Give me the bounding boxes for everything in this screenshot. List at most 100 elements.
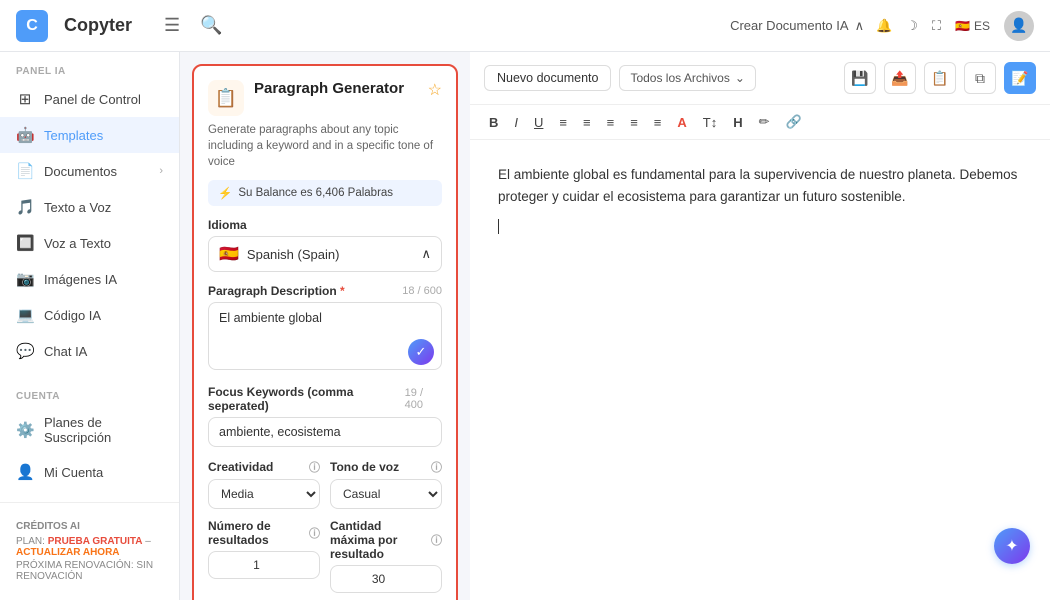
line-height-btn[interactable]: T↕ (698, 113, 722, 132)
list-btn[interactable]: ≡ (649, 113, 667, 132)
editor-cursor-line (498, 215, 1022, 237)
tts-icon: 🎵 (16, 198, 34, 216)
align-left-btn[interactable]: ≡ (554, 113, 572, 132)
sidebar-label: Código IA (44, 308, 101, 323)
focus-char-count: 19 / 400 (405, 387, 442, 411)
sidebar-item-voz-texto[interactable]: 🔲 Voz a Texto (0, 225, 179, 261)
template-card: 📋 Paragraph Generator ☆ Generate paragra… (192, 64, 458, 600)
sidebar-item-documentos[interactable]: 📄 Documentos › (0, 153, 179, 189)
dashboard-icon: ⊞ (16, 90, 34, 108)
tono-select[interactable]: Formal Casual Amigable (330, 479, 442, 509)
max-per-result-label: Cantidad máxima por resultado ⓘ (330, 519, 442, 561)
num-results-col: Número de resultados ⓘ (208, 519, 320, 593)
expand-icon[interactable]: ⛶ (932, 18, 941, 34)
editor-content[interactable]: El ambiente global es fundamental para l… (470, 140, 1050, 600)
copy-btn[interactable]: 📋 (924, 62, 956, 94)
paragraph-label: Paragraph Description * 18 / 600 (208, 284, 442, 298)
pen-btn[interactable]: ✏ (754, 112, 775, 132)
language-select[interactable]: 🇪🇸 Spanish (Spain) ∧ (208, 236, 442, 272)
bold-btn[interactable]: B (484, 113, 503, 132)
docs-icon: 📄 (16, 162, 34, 180)
stt-icon: 🔲 (16, 234, 34, 252)
favorite-star-icon[interactable]: ☆ (428, 80, 442, 100)
language-label: Idioma (208, 218, 442, 232)
flag-icon: 🇪🇸 (955, 19, 970, 33)
file-select-label: Todos los Archivos (630, 71, 729, 85)
ai-float-btn[interactable]: ✦ (994, 528, 1030, 564)
images-icon: 📷 (16, 270, 34, 288)
code-icon: 💻 (16, 306, 34, 324)
editor-panel: Nuevo documento Todos los Archivos ⌄ 💾 📤… (470, 52, 1050, 600)
justify-btn[interactable]: ≡ (625, 113, 643, 132)
focus-label: Focus Keywords (comma seperated) 19 / 40… (208, 385, 442, 413)
card-icon: 📋 (208, 80, 244, 116)
sidebar-item-panel-control[interactable]: ⊞ Panel de Control (0, 81, 179, 117)
checkmark-icon: ✓ (416, 344, 427, 360)
sidebar-item-texto-voz[interactable]: 🎵 Texto a Voz (0, 189, 179, 225)
sidebar-item-templates[interactable]: 🤖 Templates (0, 117, 179, 153)
underline-btn[interactable]: U (529, 113, 548, 132)
creatividad-select[interactable]: Baja Media Alta (208, 479, 320, 509)
export-btn[interactable]: 📤 (884, 62, 916, 94)
max-per-result-input[interactable] (330, 565, 442, 593)
focus-input[interactable] (208, 417, 442, 447)
balance-bar: ⚡ Su Balance es 6,406 Palabras (208, 180, 442, 206)
cuenta-label: CUENTA (0, 377, 179, 406)
align-center-btn[interactable]: ≡ (578, 113, 596, 132)
doc-name-btn[interactable]: Nuevo documento (484, 65, 611, 91)
sidebar-label: Panel de Control (44, 92, 141, 107)
spain-flag-icon: 🇪🇸 (219, 244, 239, 264)
language-value: Spanish (Spain) (247, 247, 340, 262)
active-tool-btn[interactable]: 📝 (1004, 62, 1036, 94)
num-results-input[interactable] (208, 551, 320, 579)
search-icon[interactable]: 🔍 (196, 11, 226, 40)
save-doc-btn[interactable]: 💾 (844, 62, 876, 94)
moon-icon[interactable]: ☽ (906, 18, 918, 34)
card-title: Paragraph Generator (254, 80, 418, 97)
creatividad-label: Creatividad ⓘ (208, 459, 320, 475)
sidebar: PANEL IA ⊞ Panel de Control 🤖 Templates … (0, 52, 180, 600)
notifications-icon[interactable]: 🔔 (876, 18, 892, 34)
lang-code: ES (974, 19, 990, 33)
sidebar-item-imagenes[interactable]: 📷 Imágenes IA (0, 261, 179, 297)
num-results-label: Número de resultados ⓘ (208, 519, 320, 547)
heading-btn[interactable]: H (728, 113, 747, 132)
sidebar-item-planes[interactable]: ⚙️ Planes de Suscripción (0, 406, 179, 454)
sidebar-item-chat[interactable]: 💬 Chat IA (0, 333, 179, 369)
sidebar-label: Voz a Texto (44, 236, 111, 251)
chat-icon: 💬 (16, 342, 34, 360)
ai-sparkle-icon: ✦ (1005, 536, 1018, 556)
account-icon: 👤 (16, 463, 34, 481)
language-badge[interactable]: 🇪🇸 ES (955, 19, 990, 33)
avatar[interactable]: 👤 (1004, 11, 1034, 41)
info-icon2: ⓘ (431, 459, 442, 475)
info-icon: ⓘ (309, 459, 320, 475)
editor-paragraph: El ambiente global es fundamental para l… (498, 164, 1022, 207)
center-panel: 📋 Paragraph Generator ☆ Generate paragra… (180, 52, 470, 600)
logo-text: Copyter (64, 15, 132, 36)
upgrade-link[interactable]: ACTUALIZAR AHORA (16, 547, 120, 558)
menu-icon[interactable]: ☰ (160, 11, 184, 40)
create-doc-btn[interactable]: Crear Documento IA ∧ (730, 18, 864, 34)
info-icon3: ⓘ (309, 525, 320, 541)
plan-next: PRÓXIMA RENOVACIÓN: SIN RENOVACIÓN (16, 560, 163, 582)
required-indicator: * (340, 284, 345, 298)
chevron-right-icon: › (159, 165, 163, 177)
link-btn[interactable]: 🔗 (781, 112, 807, 132)
plan-label: PLAN: (16, 536, 45, 547)
file-select[interactable]: Todos los Archivos ⌄ (619, 65, 755, 91)
paragraph-wrap: El ambiente global ✓ (208, 302, 442, 373)
sidebar-label: Documentos (44, 164, 117, 179)
align-right-btn[interactable]: ≡ (602, 113, 620, 132)
paragraph-textarea[interactable]: El ambiente global (208, 302, 442, 370)
sidebar-item-mi-cuenta[interactable]: 👤 Mi Cuenta (0, 454, 179, 490)
topnav: C Copyter ☰ 🔍 Crear Documento IA ∧ 🔔 ☽ ⛶… (0, 0, 1050, 52)
sidebar-label: Mi Cuenta (44, 465, 103, 480)
sidebar-item-codigo[interactable]: 💻 Código IA (0, 297, 179, 333)
italic-btn[interactable]: I (509, 113, 523, 132)
font-color-btn[interactable]: A (672, 113, 691, 132)
creatividad-tono-row: Creatividad ⓘ Baja Media Alta Tono de vo… (208, 459, 442, 509)
plans-icon: ⚙️ (16, 421, 34, 439)
max-per-result-col: Cantidad máxima por resultado ⓘ (330, 519, 442, 593)
duplicate-btn[interactable]: ⧉ (964, 62, 996, 94)
